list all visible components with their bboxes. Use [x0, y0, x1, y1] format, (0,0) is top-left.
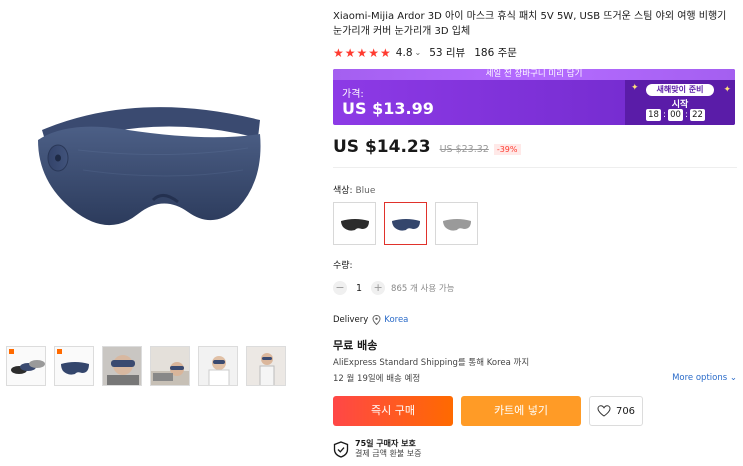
quantity-label: 수량: — [333, 261, 353, 271]
wishlist-button[interactable]: 706 — [589, 396, 643, 426]
countdown-timer: 18 : 00 : 22 — [646, 109, 705, 121]
protection-text: 75일 구매자 보호 결제 금액 환불 보증 — [355, 439, 422, 459]
delivery-label: Delivery — [333, 315, 369, 325]
chevron-down-icon: ⌄ — [729, 373, 737, 383]
thumbnail-person-standing[interactable] — [246, 346, 286, 386]
buyer-protection: 75일 구매자 보호 결제 금액 환불 보증 — [333, 439, 737, 459]
sparkle-icon: ✦ — [631, 83, 639, 93]
promo-banner-text: 세일 전 장바구니 미리 담기 — [333, 69, 735, 80]
shipping-eta: 12 월 19일에 배송 예정 — [333, 374, 421, 384]
delivery-location-link[interactable]: Korea — [372, 315, 408, 325]
badge-dot — [57, 349, 62, 354]
blue-mask-icon — [391, 218, 420, 231]
countdown-separator: : — [685, 110, 688, 120]
thumbnail-blue-mask[interactable] — [54, 346, 94, 386]
wishlist-count: 706 — [615, 405, 636, 417]
divider — [333, 167, 737, 168]
color-value: Blue — [355, 186, 376, 196]
more-options-link[interactable]: More options ⌄ — [672, 373, 737, 383]
quantity-value[interactable]: 1 — [356, 283, 362, 294]
orders-count: 186 주문 — [474, 47, 517, 59]
quantity-plus-button[interactable]: + — [371, 281, 386, 295]
countdown-panel: ✦ ✦ 새해맞이 준비 시작 18 : 00 : 22 — [625, 80, 735, 125]
black-mask-icon — [340, 218, 369, 231]
thumbnail-three-masks[interactable] — [6, 346, 46, 386]
eye-mask-image — [38, 107, 261, 226]
promo-price: US $13.99 — [342, 99, 434, 118]
protection-title: 75일 구매자 보호 — [355, 439, 416, 448]
heart-icon — [597, 405, 611, 417]
delivery-row: Delivery Korea — [333, 315, 737, 325]
rating-row: ★★★★★ 4.8 ⌄ 53 리뷰 186 주문 — [333, 45, 737, 60]
quantity-available: 865 개 사용 가능 — [391, 284, 455, 294]
countdown-hours: 18 — [646, 109, 661, 121]
rating-score[interactable]: 4.8 — [396, 47, 413, 59]
discount-badge: -39% — [493, 144, 521, 155]
swatch-black[interactable] — [333, 202, 376, 245]
quantity-stepper: − 1 + 865 개 사용 가능 — [333, 281, 737, 295]
chevron-down-icon[interactable]: ⌄ — [415, 48, 422, 57]
sparkle-icon: ✦ — [723, 85, 731, 95]
shipping-method: AliExpress Standard Shipping를 통해 Korea 까… — [333, 358, 530, 368]
color-label: 색상: — [333, 186, 353, 196]
countdown-minutes: 00 — [668, 109, 683, 121]
color-swatches — [333, 202, 737, 245]
quantity-minus-button[interactable]: − — [333, 281, 347, 295]
countdown-seconds: 22 — [690, 109, 705, 121]
color-label-row: 색상: Blue — [333, 183, 737, 196]
countdown-label: 새해맞이 준비 — [646, 84, 714, 96]
product-title: Xiaomi-Mijia Ardor 3D 아이 마스크 휴식 패치 5V 5W… — [333, 11, 727, 37]
shipping-date-row: 12 월 19일에 배송 예정 More options ⌄ — [333, 372, 737, 384]
current-price: US $14.23 — [333, 137, 431, 157]
swatch-blue[interactable] — [384, 202, 427, 245]
delivery-location: Korea — [384, 315, 409, 325]
shipping-title: 무료 배송 — [333, 339, 378, 352]
buy-now-button[interactable]: 즉시 구매 — [333, 396, 453, 426]
protection-subtitle: 결제 금액 환불 보증 — [355, 449, 422, 458]
add-to-cart-button[interactable]: 카트에 넣기 — [461, 396, 581, 426]
promo-banner: 세일 전 장바구니 미리 담기 가격: US $13.99 ✦ ✦ 새해맞이 준… — [333, 69, 735, 125]
shield-check-icon — [333, 440, 349, 458]
thumbnail-strip — [6, 346, 286, 386]
countdown-separator: : — [663, 110, 666, 120]
original-price: US $23.32 — [439, 144, 489, 155]
thumbnail-person-lying[interactable] — [150, 346, 190, 386]
promo-price-label: 가격: — [342, 89, 364, 100]
star-rating-icon: ★★★★★ — [333, 45, 392, 60]
main-product-image[interactable] — [0, 0, 296, 330]
grey-mask-icon — [442, 218, 471, 231]
more-options-label: More options — [672, 373, 728, 383]
badge-dot — [9, 349, 14, 354]
reviews-link[interactable]: 53 리뷰 — [429, 45, 465, 60]
thumbnail-person-relaxing[interactable] — [198, 346, 238, 386]
location-pin-icon — [372, 315, 381, 325]
swatch-grey[interactable] — [435, 202, 478, 245]
product-info: Xiaomi-Mijia Ardor 3D 아이 마스크 휴식 패치 5V 5W… — [333, 0, 737, 459]
action-buttons: 즉시 구매 카트에 넣기 706 — [333, 396, 737, 426]
thumbnail-person-wearing[interactable] — [102, 346, 142, 386]
price-row: US $14.23 US $23.32 -39% — [333, 137, 737, 157]
